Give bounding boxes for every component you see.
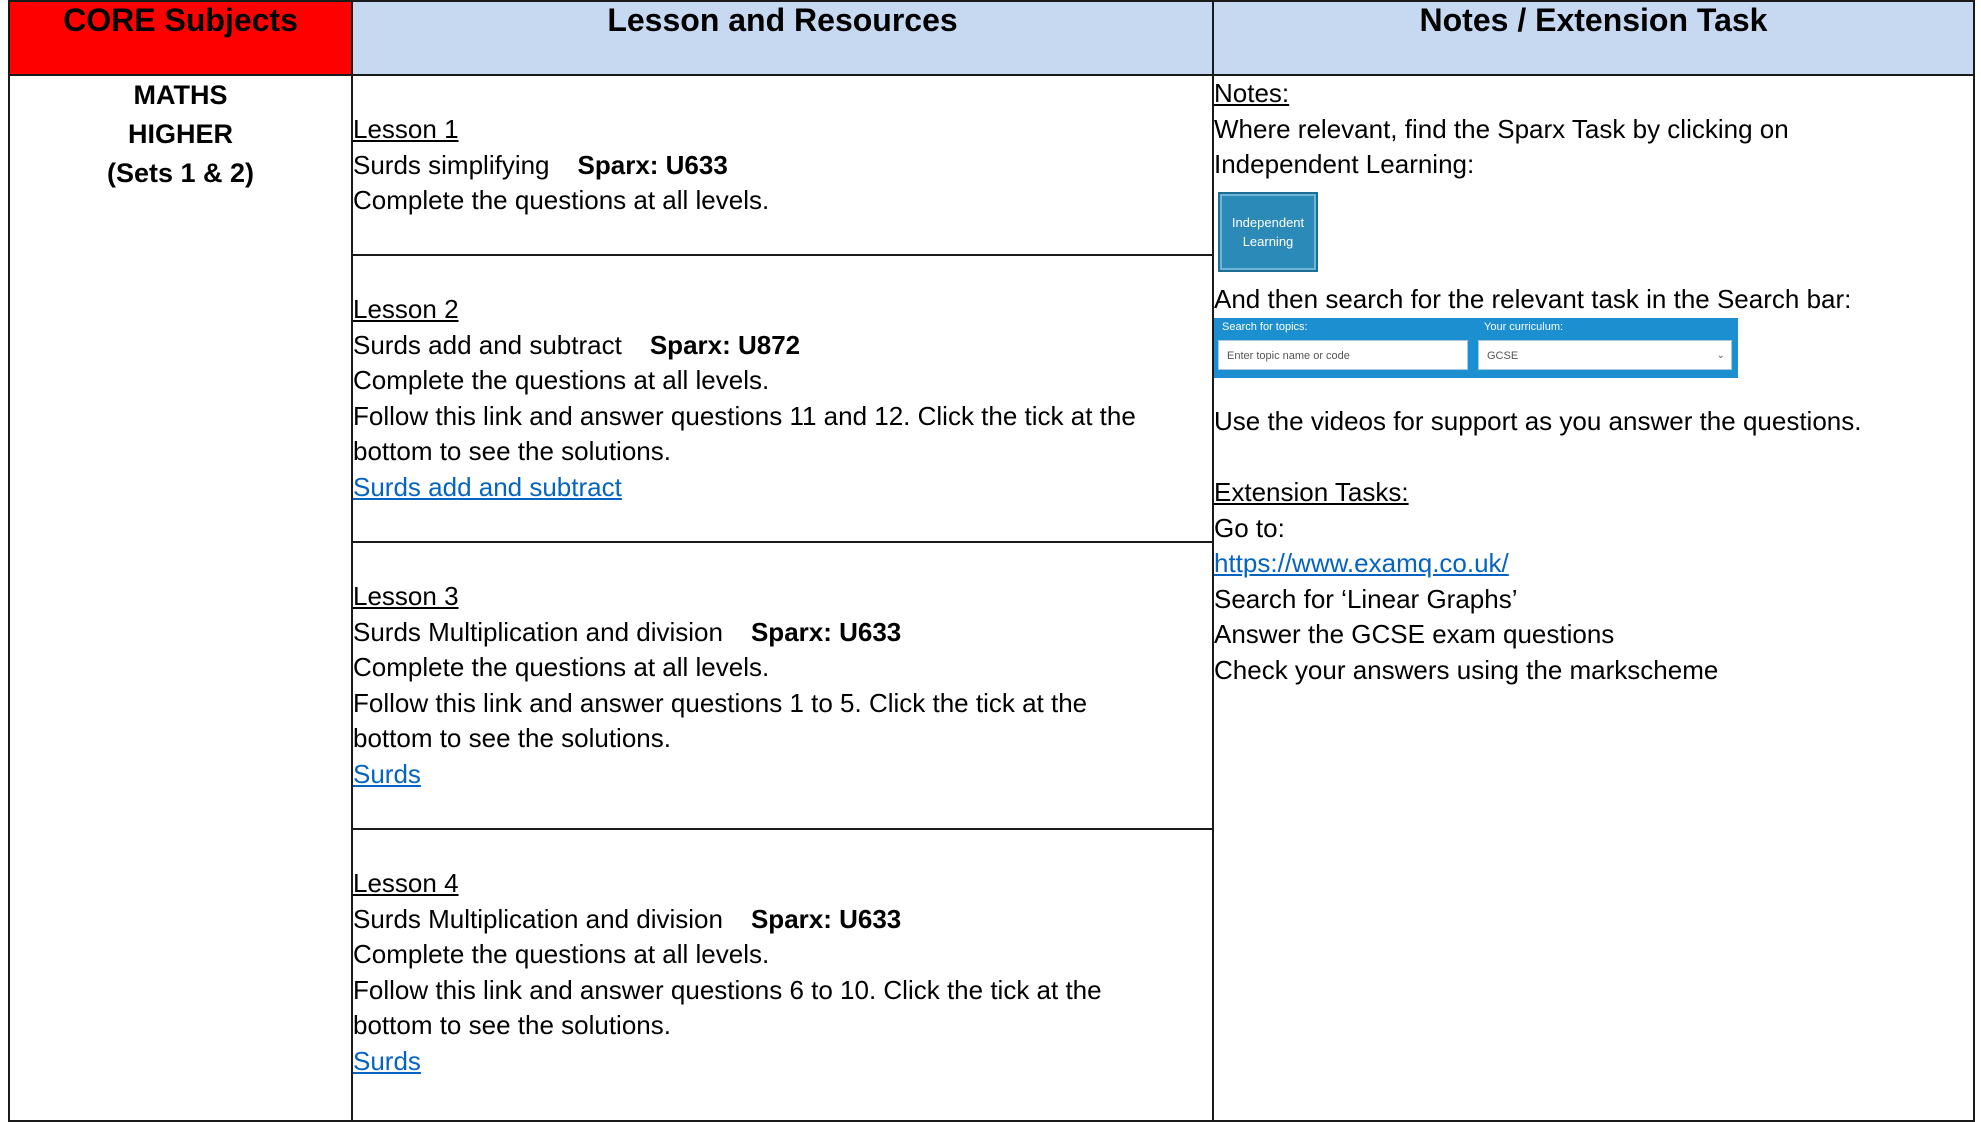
lesson-follow-text: bottom to see the solutions. [353,436,671,466]
curriculum-select[interactable]: GCSE ⌄ [1478,340,1732,370]
notes-text: Independent Learning: [1214,149,1475,179]
lesson-instruction: Complete the questions at all levels. [353,652,770,682]
lesson-follow-text: bottom to see the solutions. [353,723,671,753]
lesson-link[interactable]: Surds add and subtract [353,472,622,502]
lesson-plan-table: CORE Subjects Lesson and Resources Notes… [8,0,1975,1122]
table-row: MATHS HIGHER (Sets 1 & 2) Lesson 1 Surds… [8,74,1975,1122]
sparx-search-bar: Search for topics: Your curriculum: Ente… [1214,318,1738,378]
lesson-link[interactable]: Surds [353,1046,421,1076]
header-row: CORE Subjects Lesson and Resources Notes… [8,0,1975,76]
lesson-follow-text: Follow this link and answer questions 1 … [353,687,1088,718]
sparx-code: Sparx: U633 [750,616,902,647]
lesson-title: Lesson 3 [353,581,459,611]
lesson-cell-4: Lesson 4 Surds Multiplication and divisi… [351,828,1214,1122]
lesson-topic-line: Surds Multiplication and division Sparx: … [353,902,1212,938]
notes-heading: Notes: [1214,78,1290,108]
lesson-title: Lesson 4 [353,868,459,898]
curriculum-value: GCSE [1487,350,1519,362]
examq-link[interactable]: https://www.examq.co.uk/ [1214,548,1509,578]
answer-text: Answer the GCSE exam questions [1214,619,1615,649]
lesson-cell-1: Lesson 1 Surds simplifying Sparx: U633 Co… [351,74,1214,256]
lesson-topic: Surds add and subtract [353,329,622,360]
lesson-cell-3: Lesson 3 Surds Multiplication and divisi… [351,541,1214,830]
independent-learning-button[interactable]: Independent Learning [1218,191,1318,272]
lesson-instruction: Complete the questions at all levels. [353,365,770,395]
notes-videos-text: Use the videos for support as you answer… [1214,406,1862,436]
header-notes-extension: Notes / Extension Task [1212,0,1975,76]
extension-heading: Extension Tasks: [1214,477,1409,507]
check-text: Check your answers using the markscheme [1214,654,1719,685]
notes-cell: Notes: Where relevant, find the Sparx Ta… [1212,74,1975,1122]
lesson-title: Lesson 1 [353,114,459,144]
subject-line: (Sets 1 & 2) [106,158,255,188]
subject-line: HIGHER [127,119,233,149]
notes-text: Where relevant, find the Sparx Task by c… [1214,113,1789,144]
lesson-title: Lesson 2 [353,294,459,324]
lesson-instruction: Complete the questions at all levels. [353,185,770,215]
search-input[interactable]: Enter topic name or code [1218,340,1468,370]
go-to-text: Go to: [1214,512,1285,543]
lesson-instruction: Complete the questions at all levels. [353,939,770,969]
notes-search-text: And then search for the relevant task in… [1214,283,1852,314]
sparx-code: Sparx: U872 [649,329,801,360]
lesson-topic: Surds Multiplication and division [353,616,723,647]
header-core-subjects: CORE Subjects [8,0,353,76]
search-for-text: Search for ‘Linear Graphs’ [1214,583,1518,614]
lesson-cell-2: Lesson 2 Surds add and subtract Sparx: U8… [351,254,1214,543]
sparx-code: Sparx: U633 [577,149,728,180]
lesson-topic-line: Surds add and subtract Sparx: U872 [353,328,1212,364]
lesson-topic-line: Surds simplifying Sparx: U633 [353,148,1212,184]
subject-line: MATHS [133,80,228,110]
lesson-link[interactable]: Surds [353,759,421,789]
lesson-follow-text: Follow this link and answer questions 11… [353,400,1136,431]
lesson-topic-line: Surds Multiplication and division Sparx: … [353,615,1212,651]
curriculum-label: Your curriculum: [1484,321,1564,333]
lesson-topic: Surds simplifying [353,149,550,180]
chevron-down-icon: ⌄ [1716,350,1725,361]
search-topics-label: Search for topics: [1222,321,1308,333]
lesson-topic: Surds Multiplication and division [353,903,723,934]
subject-cell: MATHS HIGHER (Sets 1 & 2) [8,74,353,1122]
il-button-label: Independent [1231,214,1305,230]
lesson-plan-document: CORE Subjects Lesson and Resources Notes… [8,0,1975,1122]
header-lesson-resources: Lesson and Resources [351,0,1214,76]
lesson-follow-text: Follow this link and answer questions 6 … [353,974,1102,1005]
il-button-label: Learning [1242,233,1294,249]
lesson-follow-text: bottom to see the solutions. [353,1010,671,1040]
sparx-code: Sparx: U633 [750,903,902,934]
